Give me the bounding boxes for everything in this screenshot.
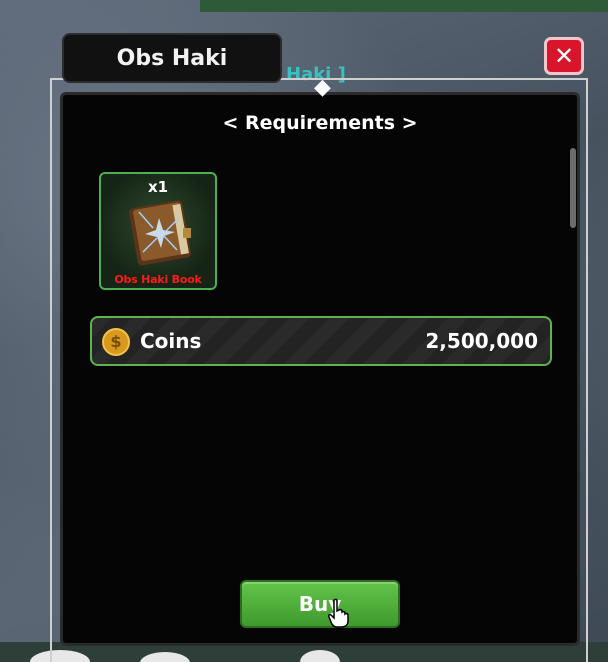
- required-item-card[interactable]: x1 Obs Haki Book: [99, 172, 217, 290]
- cost-amount: 2,500,000: [425, 329, 538, 353]
- item-quantity: x1: [147, 178, 169, 196]
- requirements-heading: < Requirements >: [222, 112, 418, 134]
- grass-strip: [200, 0, 608, 12]
- close-button[interactable]: ✕: [544, 37, 584, 75]
- buy-button[interactable]: Buy: [240, 580, 400, 628]
- scrollbar[interactable]: [570, 148, 576, 228]
- window-title: Obs Haki: [116, 45, 228, 71]
- window-title-tab: Obs Haki: [62, 33, 282, 83]
- book-icon: [128, 200, 191, 266]
- item-name: Obs Haki Book: [114, 273, 202, 286]
- coin-cost-row: $ Coins 2,500,000: [90, 316, 552, 366]
- close-icon: ✕: [553, 42, 575, 70]
- hand-cursor-icon: [328, 598, 349, 628]
- coin-icon: $: [102, 328, 130, 356]
- diamond-ornament-icon: ◆: [314, 75, 331, 100]
- currency-label: Coins: [140, 329, 202, 353]
